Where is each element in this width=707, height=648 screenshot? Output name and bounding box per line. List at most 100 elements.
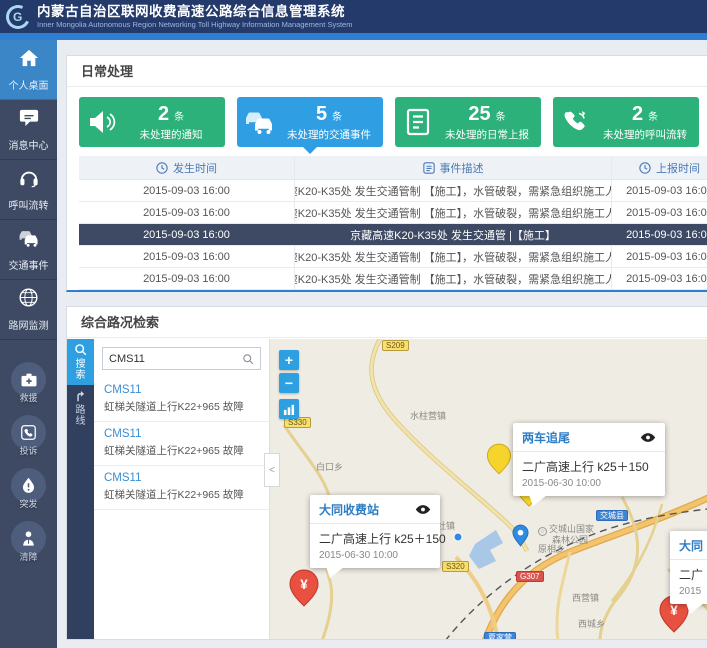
zoom-in-button[interactable]: + [279, 350, 299, 370]
road-search-panel: 综合路况检索 搜索 路线 CMS11 虹梯关隧道上行K22+965 故障 CMS… [66, 306, 707, 640]
eye-icon[interactable] [415, 504, 431, 515]
table-row[interactable]: 2015-09-03 16:00 京藏高速K20-K35处 发生交通管制 【施工… [79, 268, 707, 290]
table-row[interactable]: 2015-09-03 16:00 京藏高速K20-K35处 发生交通管制 【施工… [79, 202, 707, 224]
map-place-label: 水柱营镇 [410, 409, 446, 422]
home-icon [18, 48, 40, 73]
card-unhandled-call-transfers[interactable]: 2条 未处理的呼叫流转 [553, 97, 699, 147]
road-number-badge: S320 [442, 561, 469, 572]
camera-dot[interactable] [453, 529, 463, 547]
quick-action-rescue[interactable]: 救援 [11, 362, 46, 404]
search-result-item[interactable]: CMS11 虹梯关隧道上行K22+965 故障 [94, 378, 269, 422]
popup-location: 二广高速上行 k25＋150 [310, 524, 440, 547]
stat-label: 未处理的日常上报 [441, 127, 533, 142]
clock-icon [156, 162, 168, 174]
map-popup-toll-station: 大同收费站 二广高速上行 k25＋150 2015-06-30 10:00 [310, 495, 440, 568]
accident-pin[interactable] [486, 443, 512, 480]
chart-tool-button[interactable] [279, 399, 299, 419]
search-icon [74, 343, 87, 356]
speaker-icon [79, 108, 125, 136]
tab-route[interactable]: 路线 [67, 385, 94, 431]
column-header-report-time: 上报时间 [612, 156, 707, 179]
sidebar-item-desktop[interactable]: 个人桌面 [0, 40, 57, 100]
column-header-desc: 事件描述 [294, 156, 612, 179]
globe-icon [18, 287, 39, 313]
sidebar-quick-actions: 救援 投诉 突发 清障 [0, 362, 57, 563]
column-header-time: 发生时间 [79, 156, 294, 179]
popup-title: 大同 [679, 537, 703, 554]
map-place-label: 西营镇 [572, 591, 599, 604]
table-row-selected[interactable]: 2015-09-03 16:00 京藏高速K20-K35处 发生交通管 |【施工… [79, 224, 707, 246]
popup-time: 2015-06-30 10:00 [310, 547, 440, 568]
map-place-label: 白口乡 [316, 460, 343, 473]
quick-action-emergency[interactable]: 突发 [11, 468, 46, 510]
daily-processing-panel: 日常处理 2条 未处理的通知 5条 未处理的交通事件 25条 [66, 55, 707, 292]
stat-cards: 2条 未处理的通知 5条 未处理的交通事件 25条 未处理的日常上报 [79, 97, 699, 147]
town-badge: 交城县 [596, 510, 628, 521]
panel-collapse-handle[interactable]: < [264, 453, 280, 487]
stat-label: 未处理的呼叫流转 [599, 127, 691, 142]
road-number-badge: S209 [382, 340, 409, 351]
headset-icon [18, 168, 40, 193]
description-icon [423, 162, 435, 174]
svg-text:¥: ¥ [300, 577, 308, 592]
popup-time: 2015-06-30 10:00 [513, 475, 665, 496]
stat-count: 25 [468, 103, 490, 125]
app-subtitle: Inner Mongolia Autonomous Region Network… [37, 20, 352, 29]
table-row[interactable]: 2015-09-03 16:00 京藏高速K20-K35处 发生交通管制 【施工… [79, 180, 707, 202]
map-canvas[interactable]: + − S209 S330 S320 G307 交城县 夏家营 水柱营镇 白口乡… [270, 339, 707, 639]
search-result-item[interactable]: CMS11 虹梯关隧道上行K22+965 故障 [94, 466, 269, 510]
search-mini-sidebar: 搜索 路线 [67, 339, 94, 639]
search-input[interactable] [109, 353, 242, 365]
search-icon[interactable] [242, 353, 254, 365]
stat-count: 2 [158, 103, 169, 125]
card-unhandled-traffic-events[interactable]: 5条 未处理的交通事件 [237, 97, 383, 147]
stat-count: 2 [632, 103, 643, 125]
app-logo-icon: G [3, 1, 34, 32]
park-icon: ☆ [538, 527, 547, 536]
cars-icon [17, 228, 41, 253]
header-titles: 内蒙古自治区联网收费高速公路综合信息管理系统 Inner Mongolia Au… [37, 5, 352, 29]
cars-icon [237, 108, 283, 136]
daily-panel-title: 日常处理 [67, 56, 707, 87]
bar-chart-icon [283, 404, 295, 415]
popup-tail [529, 495, 547, 506]
popup-location: 二广 [670, 560, 707, 583]
sidebar-item-call-transfer[interactable]: 呼叫流转 [0, 160, 57, 220]
app-window: G 内蒙古自治区联网收费高速公路综合信息管理系统 Inner Mongolia … [0, 0, 707, 648]
sidebar-item-traffic-events[interactable]: 交通事件 [0, 220, 57, 280]
sidebar-item-messages[interactable]: 消息中心 [0, 100, 57, 160]
stat-label: 未处理的通知 [125, 127, 217, 142]
road-number-badge: G307 [516, 571, 544, 582]
popup-title: 两车追尾 [522, 429, 570, 446]
search-result-item[interactable]: CMS11 虹梯关隧道上行K22+965 故障 [94, 422, 269, 466]
popup-title: 大同收费站 [319, 501, 379, 518]
popup-tail [686, 603, 704, 614]
header-accent-strip [0, 33, 707, 40]
stat-label: 未处理的交通事件 [283, 127, 375, 142]
table-row[interactable]: 2015-09-03 16:00 京藏高速K20-K35处 发生交通管制 【施工… [79, 246, 707, 268]
popup-time: 2015 [670, 583, 707, 604]
road-panel-title: 综合路况检索 [67, 307, 707, 338]
popup-location: 二广高速上行 k25＋150 [513, 452, 665, 475]
quick-action-clearing[interactable]: 清障 [11, 521, 46, 563]
main-sidebar: 个人桌面 消息中心 呼叫流转 交通事件 路网监测 救援 投诉 [0, 40, 57, 648]
eye-icon[interactable] [640, 432, 656, 443]
call-transfer-icon [553, 108, 599, 136]
quick-action-complaint[interactable]: 投诉 [11, 415, 46, 457]
camera-pin[interactable] [512, 524, 529, 552]
zoom-out-button[interactable]: − [279, 373, 299, 393]
map-popup-rear-end: 两车追尾 二广高速上行 k25＋150 2015-06-30 10:00 [513, 423, 665, 496]
chat-icon [18, 108, 40, 133]
card-unhandled-daily-reports[interactable]: 25条 未处理的日常上报 [395, 97, 541, 147]
town-badge: 夏家营 [484, 632, 516, 639]
map-controls: + − [279, 350, 299, 422]
map-popup-clipped: 大同 二广 2015 [670, 531, 707, 604]
tab-search[interactable]: 搜索 [67, 339, 94, 385]
map-place-label: 原相乡 [538, 542, 565, 555]
map-place-label: 西城乡 [578, 617, 605, 630]
stat-count: 5 [316, 103, 327, 125]
clock-icon [639, 162, 651, 174]
card-unhandled-notices[interactable]: 2条 未处理的通知 [79, 97, 225, 147]
toll-pin[interactable]: ¥ [288, 569, 320, 612]
sidebar-item-network-monitor[interactable]: 路网监测 [0, 280, 57, 340]
